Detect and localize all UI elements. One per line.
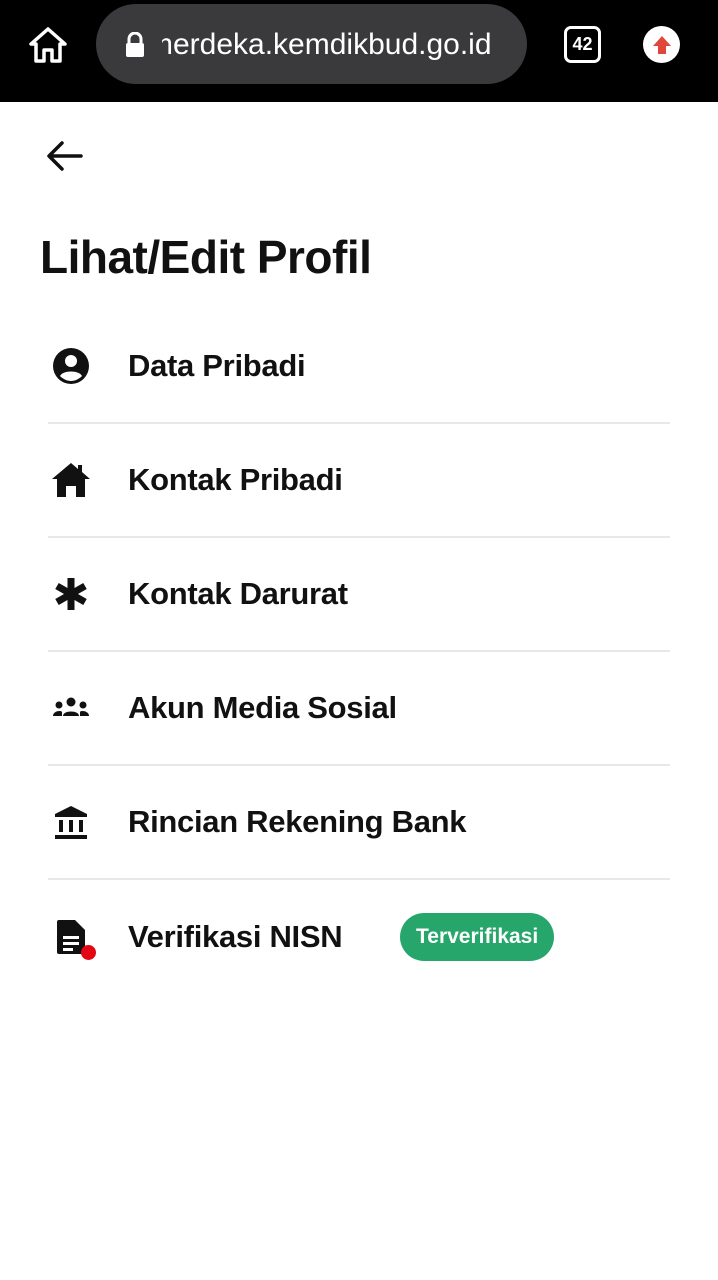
url-text: merdeka.kemdikbud.go.id: [162, 28, 492, 61]
menu-item-kontak-pribadi[interactable]: Kontak Pribadi: [48, 424, 670, 538]
bank-icon: [48, 799, 94, 845]
home-button[interactable]: [26, 24, 70, 66]
menu-item-label: Kontak Pribadi: [128, 462, 343, 497]
document-icon: [48, 914, 96, 960]
page-title: Lihat/Edit Profil: [40, 231, 372, 283]
arrow-up-icon: [652, 35, 671, 54]
browser-toolbar: merdeka.kemdikbud.go.id 42: [0, 0, 718, 102]
asterisk-icon: [48, 571, 94, 617]
address-bar[interactable]: merdeka.kemdikbud.go.id: [96, 4, 527, 84]
tab-switcher-button[interactable]: 42: [564, 26, 601, 63]
home-icon: [29, 27, 67, 63]
menu-item-label: Data Pribadi: [128, 348, 306, 383]
menu-item-label: Akun Media Sosial: [128, 690, 397, 725]
menu-item-rincian-rekening-bank[interactable]: Rincian Rekening Bank: [48, 766, 670, 880]
menu-item-verifikasi-nisn[interactable]: Verifikasi NISN Terverifikasi: [48, 880, 670, 994]
account-circle-icon: [48, 343, 94, 389]
verified-badge: Terverifikasi: [400, 913, 555, 961]
profile-menu: Data Pribadi Kontak Pribadi Kontak Darur…: [48, 310, 670, 994]
groups-icon: [48, 685, 94, 731]
menu-item-kontak-darurat[interactable]: Kontak Darurat: [48, 538, 670, 652]
home-icon: [48, 457, 94, 503]
back-button[interactable]: [42, 136, 86, 176]
menu-item-akun-media-sosial[interactable]: Akun Media Sosial: [48, 652, 670, 766]
lock-icon: [126, 32, 144, 57]
menu-item-label: Kontak Darurat: [128, 576, 348, 611]
update-button[interactable]: [643, 26, 680, 63]
menu-item-label: Rincian Rekening Bank: [128, 804, 467, 839]
menu-item-label: Verifikasi NISN: [128, 919, 343, 954]
notification-dot: [81, 945, 96, 960]
menu-item-data-pribadi[interactable]: Data Pribadi: [48, 310, 670, 424]
arrow-left-icon: [47, 141, 83, 171]
